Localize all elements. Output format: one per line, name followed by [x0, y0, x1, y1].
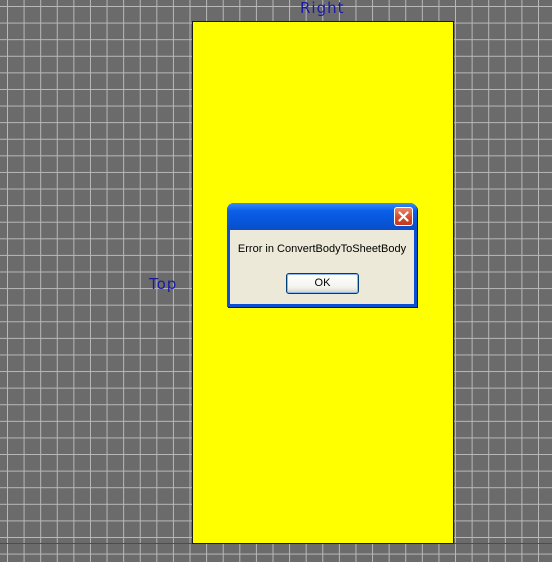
dialog-body: Error in ConvertBodyToSheetBody OK: [230, 230, 414, 304]
view-label-right: Right: [300, 0, 345, 17]
close-button[interactable]: [394, 207, 413, 226]
ok-button[interactable]: OK: [286, 273, 359, 294]
dialog-title-bar[interactable]: [227, 203, 417, 230]
error-dialog: Error in ConvertBodyToSheetBody OK: [227, 203, 417, 307]
error-message: Error in ConvertBodyToSheetBody: [237, 243, 407, 255]
view-label-top: Top: [149, 275, 178, 293]
